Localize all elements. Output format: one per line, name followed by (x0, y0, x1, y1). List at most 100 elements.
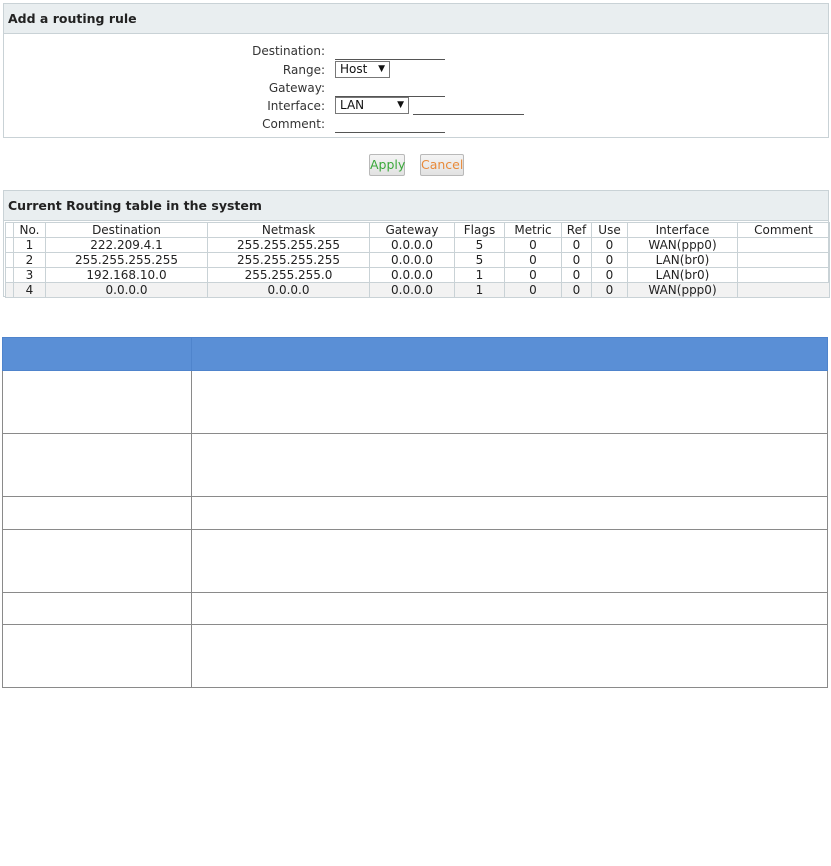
info-header-cell (2, 337, 192, 371)
interface-select-value: LAN (340, 98, 365, 112)
table-cell: 222.209.4.1 (45, 237, 208, 253)
column-header: Netmask (207, 222, 370, 238)
table-cell (737, 267, 830, 283)
table-row: 4 0.0.0.0 0.0.0.0 0.0.0.0 1 0 0 0 WAN(pp… (5, 282, 830, 298)
info-row (2, 433, 828, 497)
interface-extra-input[interactable] (413, 98, 524, 115)
table-row: 3 192.168.10.0 255.255.255.0 0.0.0.0 1 0… (5, 267, 830, 283)
info-cell (191, 433, 828, 497)
table-cell: 255.255.255.255 (207, 237, 370, 253)
table-cell (737, 237, 830, 253)
interface-label: Interface: (267, 99, 325, 113)
info-cell (191, 624, 828, 688)
table-cell: 0 (591, 252, 628, 268)
table-cell: 5 (454, 252, 505, 268)
table-cell: 0 (561, 252, 592, 268)
table-cell: 3 (13, 267, 46, 283)
table-cell: 0.0.0.0 (207, 282, 370, 298)
table-cell: 2 (13, 252, 46, 268)
cancel-button[interactable]: Cancel (420, 154, 464, 176)
column-header: Ref (561, 222, 592, 238)
row-spacer (5, 237, 14, 253)
table-cell (737, 252, 830, 268)
table-cell: LAN(br0) (627, 267, 738, 283)
table-cell: 1 (13, 237, 46, 253)
info-row (2, 592, 828, 625)
table-cell (737, 282, 830, 298)
info-cell (2, 624, 192, 688)
table-cell: 0.0.0.0 (369, 282, 455, 298)
table-cell: 0 (504, 252, 562, 268)
info-cell (191, 529, 828, 593)
info-cell (2, 433, 192, 497)
table-cell: 1 (454, 282, 505, 298)
table-cell: LAN(br0) (627, 252, 738, 268)
column-header: Metric (504, 222, 562, 238)
column-header: Flags (454, 222, 505, 238)
info-cell (2, 370, 192, 434)
destination-label: Destination: (252, 44, 325, 58)
info-table (2, 337, 828, 688)
table-cell: 0 (591, 282, 628, 298)
routing-table: No. Destination Netmask Gateway Flags Me… (5, 222, 830, 298)
table-header-spacer (5, 222, 14, 238)
info-cell (2, 496, 192, 530)
table-row: 1 222.209.4.1 255.255.255.255 0.0.0.0 5 … (5, 237, 830, 253)
info-cell (191, 496, 828, 530)
table-cell: 0 (561, 237, 592, 253)
info-row (2, 496, 828, 530)
column-header: No. (13, 222, 46, 238)
table-cell: WAN(ppp0) (627, 282, 738, 298)
table-cell: 0 (591, 237, 628, 253)
comment-row: Comment: (4, 116, 828, 134)
dropdown-arrow-icon: ▼ (378, 64, 385, 74)
gateway-label: Gateway: (268, 81, 325, 95)
table-cell: 0 (561, 267, 592, 283)
table-cell: 1 (454, 267, 505, 283)
table-cell: 0 (504, 282, 562, 298)
info-cell (191, 592, 828, 625)
table-cell: 5 (454, 237, 505, 253)
interface-row: Interface: LAN ▼ (4, 97, 828, 116)
info-row (2, 624, 828, 688)
info-cell (2, 529, 192, 593)
destination-row: Destination: (4, 43, 828, 61)
add-routing-rule-panel: Add a routing rule Destination: Range: H… (3, 3, 829, 138)
table-cell: 0.0.0.0 (369, 267, 455, 283)
info-cell (2, 592, 192, 625)
range-label: Range: (282, 63, 325, 77)
routing-table-title: Current Routing table in the system (4, 191, 828, 221)
table-cell: 0 (561, 282, 592, 298)
interface-select[interactable]: LAN ▼ (335, 97, 409, 114)
apply-button[interactable]: Apply (369, 154, 405, 176)
table-cell: 0 (504, 237, 562, 253)
table-cell: 0.0.0.0 (369, 252, 455, 268)
routing-table-panel: Current Routing table in the system No. … (3, 190, 830, 298)
info-cell (191, 370, 828, 434)
table-cell: 4 (13, 282, 46, 298)
gateway-row: Gateway: (4, 80, 828, 98)
column-header: Gateway (369, 222, 455, 238)
column-header: Comment (737, 222, 830, 238)
column-header: Use (591, 222, 628, 238)
info-header-cell (191, 337, 828, 371)
table-cell: 255.255.255.255 (45, 252, 208, 268)
table-cell: 255.255.255.0 (207, 267, 370, 283)
info-table-header (2, 337, 828, 371)
column-header: Interface (627, 222, 738, 238)
range-select[interactable]: Host ▼ (335, 61, 390, 78)
add-routing-rule-title: Add a routing rule (4, 4, 828, 34)
table-cell: 0 (591, 267, 628, 283)
row-spacer (5, 282, 14, 298)
table-cell: 0.0.0.0 (369, 237, 455, 253)
table-cell: 0.0.0.0 (45, 282, 208, 298)
comment-input[interactable] (335, 116, 445, 133)
table-cell: 255.255.255.255 (207, 252, 370, 268)
info-row (2, 529, 828, 593)
table-header-row: No. Destination Netmask Gateway Flags Me… (5, 222, 830, 238)
range-select-value: Host (340, 62, 368, 76)
table-row: 2 255.255.255.255 255.255.255.255 0.0.0.… (5, 252, 830, 268)
row-spacer (5, 267, 14, 283)
destination-input[interactable] (335, 43, 445, 60)
gateway-input[interactable] (335, 80, 445, 97)
